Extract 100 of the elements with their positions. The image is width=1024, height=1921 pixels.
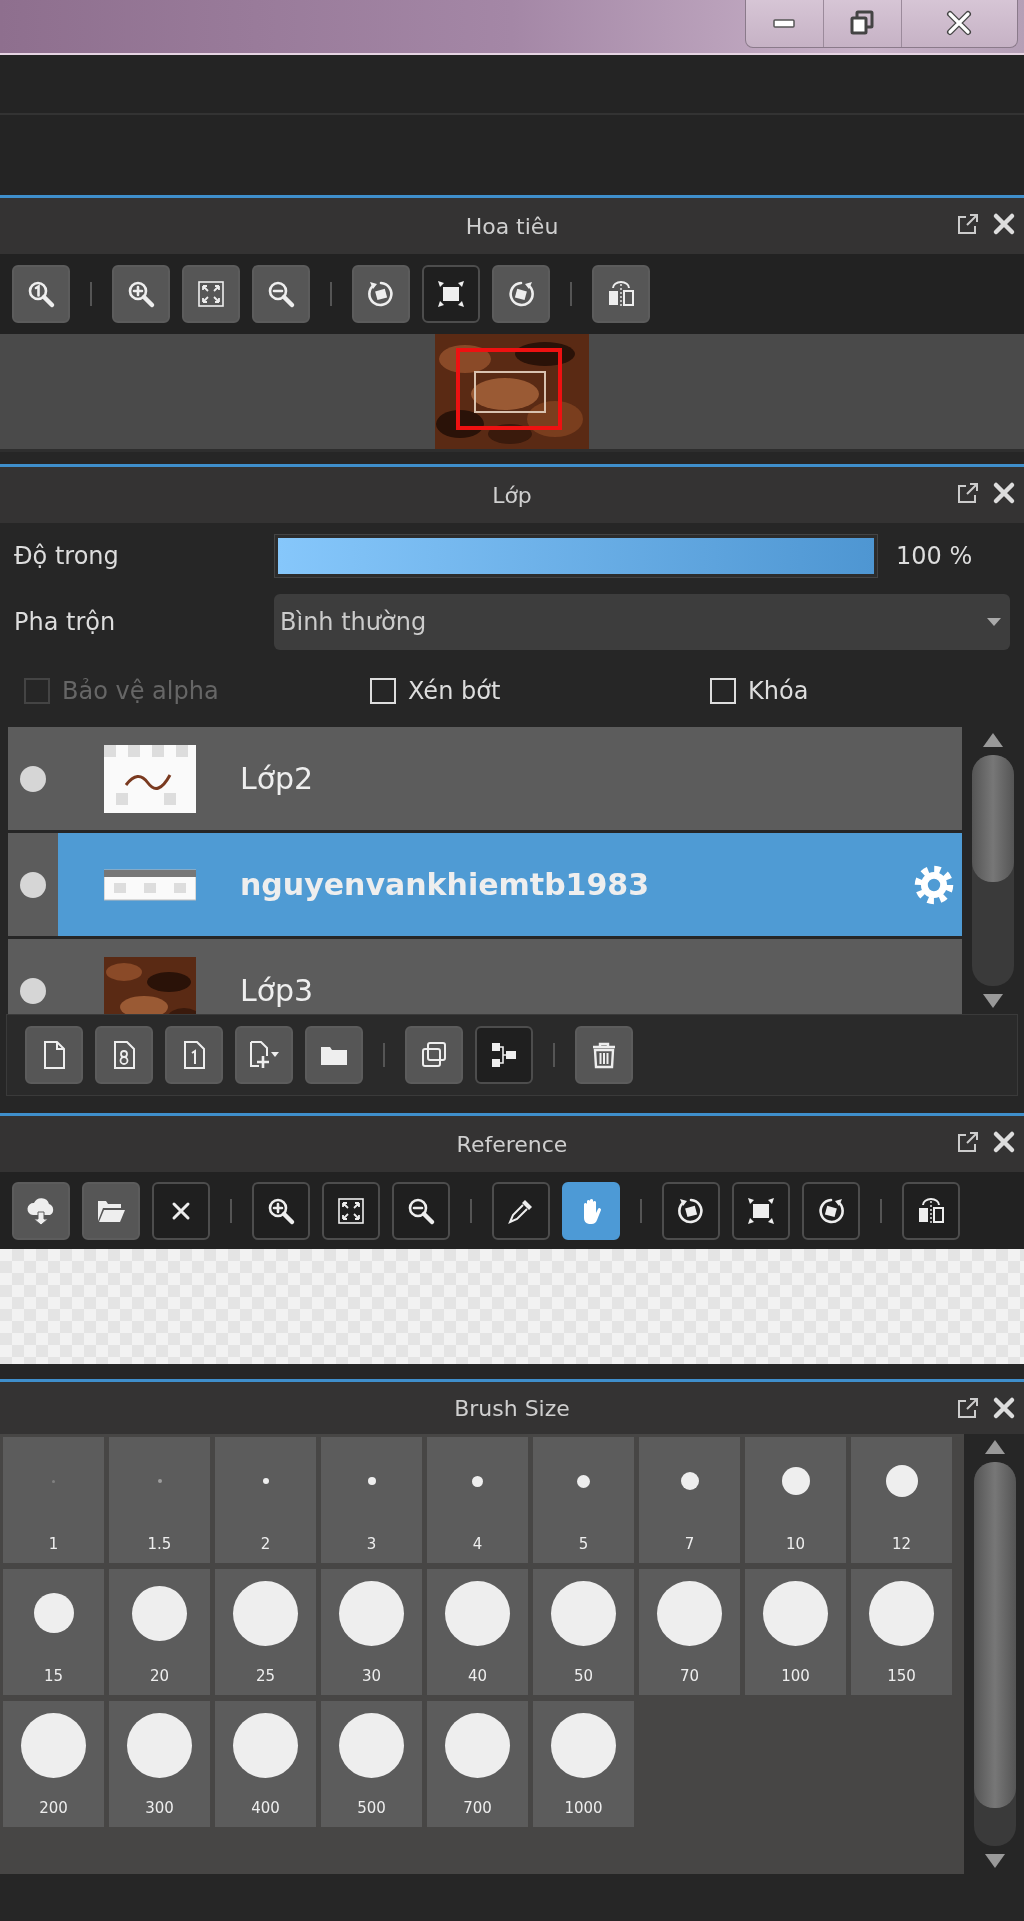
- brush-size-option[interactable]: 15: [3, 1569, 104, 1695]
- checkbox-label[interactable]: Xén bớt: [408, 673, 501, 709]
- flip-button[interactable]: [592, 265, 650, 323]
- layer-row[interactable]: Lớp3: [8, 939, 962, 1014]
- zoom-in-button[interactable]: [252, 1181, 310, 1240]
- hand-button[interactable]: [562, 1181, 620, 1240]
- merge-button[interactable]: [475, 1026, 533, 1084]
- undock-icon[interactable]: [956, 1130, 980, 1154]
- brush-size-option[interactable]: 500: [321, 1701, 422, 1827]
- brush-size-option[interactable]: 5: [533, 1437, 634, 1563]
- brush-size-option[interactable]: 4: [427, 1437, 528, 1563]
- brush-dot-icon: [33, 1593, 74, 1633]
- brush-size-label: 50: [573, 1665, 594, 1687]
- trash-button[interactable]: [575, 1026, 633, 1084]
- brush-size-label: 12: [891, 1533, 912, 1555]
- brush-dot-icon: [680, 1472, 699, 1490]
- brush-size-option[interactable]: 20: [109, 1569, 210, 1695]
- brush-size-label: 1.5: [147, 1533, 172, 1555]
- panel-title: Lớp: [492, 481, 532, 510]
- brush-size-label: 15: [43, 1665, 64, 1687]
- brush-size-option[interactable]: 1.5: [109, 1437, 210, 1563]
- rotate-left-button[interactable]: [662, 1181, 720, 1240]
- brush-dot-icon: [781, 1467, 810, 1495]
- undock-icon[interactable]: [956, 481, 980, 505]
- fit-screen-button[interactable]: [182, 265, 240, 323]
- zoom-actual-button[interactable]: [12, 265, 70, 323]
- brush-size-option[interactable]: 400: [215, 1701, 316, 1827]
- layer-row[interactable]: Lớp2: [8, 727, 962, 830]
- brush-size-option[interactable]: 70: [639, 1569, 740, 1695]
- flip-button[interactable]: [902, 1181, 960, 1240]
- brush-size-option[interactable]: 2: [215, 1437, 316, 1563]
- fit-screen-button[interactable]: [322, 1181, 380, 1240]
- rotate-right-button[interactable]: [802, 1181, 860, 1240]
- scroll-up-icon[interactable]: [981, 731, 1005, 749]
- eyedropper-button[interactable]: [492, 1181, 550, 1240]
- zoom-out-button[interactable]: [392, 1181, 450, 1240]
- close-icon[interactable]: [992, 212, 1016, 236]
- checkbox[interactable]: [710, 678, 736, 704]
- brush-size-label: 25: [255, 1665, 276, 1687]
- brush-size-label: 500: [357, 1797, 386, 1819]
- brush-size-label: 1: [48, 1533, 59, 1555]
- fill-screen-button[interactable]: [422, 265, 480, 323]
- brush-size-option[interactable]: 50: [533, 1569, 634, 1695]
- scroll-up-icon[interactable]: [983, 1438, 1007, 1456]
- brush-size-option[interactable]: 1: [3, 1437, 104, 1563]
- visibility-toggle[interactable]: [20, 871, 46, 898]
- brush-size-label: 300: [145, 1797, 174, 1819]
- brush-size-label: 700: [463, 1797, 492, 1819]
- brush-size-option[interactable]: 7: [639, 1437, 740, 1563]
- brush-size-option[interactable]: 3: [321, 1437, 422, 1563]
- close-button[interactable]: [152, 1181, 210, 1240]
- fill-screen-button[interactable]: [732, 1181, 790, 1240]
- brush-size-label: 3: [366, 1533, 377, 1555]
- brush-size-option[interactable]: 40: [427, 1569, 528, 1695]
- zoom-out-button[interactable]: [252, 265, 310, 323]
- add-page-icon: [248, 1039, 280, 1071]
- brush-size-label: 100: [781, 1665, 810, 1687]
- visibility-toggle[interactable]: [20, 765, 46, 792]
- scroll-down-icon[interactable]: [983, 1852, 1007, 1870]
- checkbox[interactable]: [370, 678, 396, 704]
- viewport-frame[interactable]: [456, 348, 562, 430]
- undock-icon[interactable]: [956, 212, 980, 236]
- close-icon[interactable]: [992, 1130, 1016, 1154]
- brush-size-option[interactable]: 10: [745, 1437, 846, 1563]
- undock-icon[interactable]: [956, 1396, 980, 1420]
- brush-dot-icon: [262, 1478, 269, 1484]
- add-page-button[interactable]: [235, 1026, 293, 1084]
- rotate-left-button[interactable]: [352, 265, 410, 323]
- page-button[interactable]: [25, 1026, 83, 1084]
- brush-size-option[interactable]: 1000: [533, 1701, 634, 1827]
- rotate-right-button[interactable]: [492, 265, 550, 323]
- checkbox-label[interactable]: Khóa: [748, 673, 809, 709]
- folder-button[interactable]: [305, 1026, 363, 1084]
- brush-size-label: 4: [472, 1533, 483, 1555]
- brush-size-option[interactable]: 25: [215, 1569, 316, 1695]
- brush-size-option[interactable]: 200: [3, 1701, 104, 1827]
- close-icon[interactable]: [992, 1396, 1016, 1420]
- brush-size-option[interactable]: 700: [427, 1701, 528, 1827]
- scroll-down-icon[interactable]: [981, 992, 1005, 1010]
- fill-screen-icon: [435, 278, 467, 310]
- page-button[interactable]: [95, 1026, 153, 1084]
- brush-size-label: 150: [887, 1665, 916, 1687]
- visibility-toggle[interactable]: [20, 977, 46, 1004]
- brush-size-option[interactable]: 150: [851, 1569, 952, 1695]
- cloud-download-button[interactable]: [12, 1181, 70, 1240]
- brush-size-option[interactable]: 300: [109, 1701, 210, 1827]
- panel-title: Hoa tiêu: [465, 212, 559, 241]
- page-button[interactable]: [165, 1026, 223, 1084]
- brush-size-option[interactable]: 100: [745, 1569, 846, 1695]
- blend-mode-dropdown[interactable]: Bình thường: [274, 594, 1010, 650]
- brush-dot-icon: [52, 1479, 55, 1483]
- duplicate-button[interactable]: [405, 1026, 463, 1084]
- close-icon[interactable]: [992, 481, 1016, 505]
- brush-size-label: 200: [39, 1797, 68, 1819]
- brush-size-option[interactable]: 30: [321, 1569, 422, 1695]
- field-label: Pha trộn: [14, 607, 117, 638]
- brush-size-option[interactable]: 12: [851, 1437, 952, 1563]
- brush-dot-icon: [577, 1474, 590, 1488]
- folder-button[interactable]: [82, 1181, 140, 1240]
- zoom-in-button[interactable]: [112, 265, 170, 323]
